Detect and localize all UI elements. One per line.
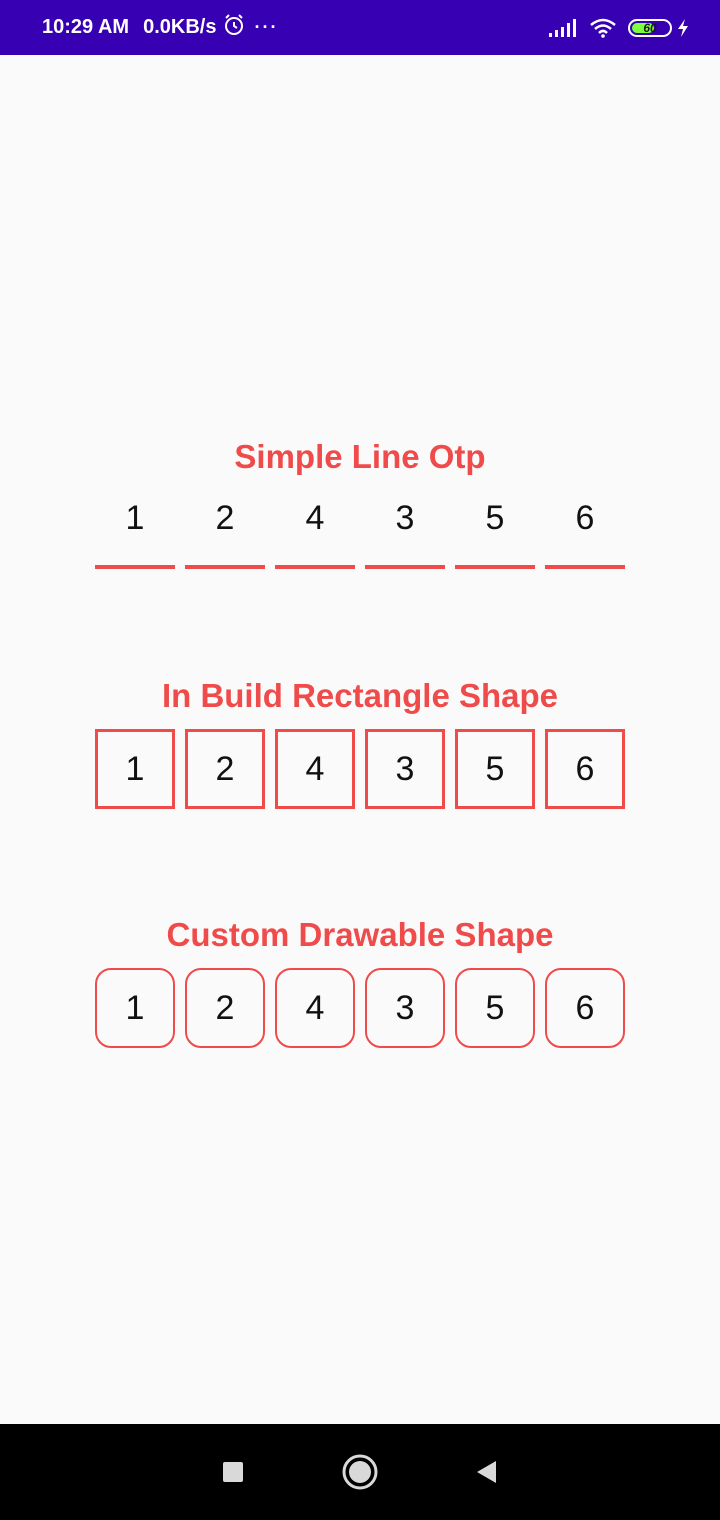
otp-digit-field[interactable]: 6: [545, 729, 625, 809]
rectangle-otp-title: In Build Rectangle Shape: [161, 677, 559, 714]
navigation-bar: [0, 1424, 720, 1520]
alarm-icon: [222, 13, 246, 43]
custom-otp-section: Custom Drawable Shape 1 2 4 3 5 6: [0, 915, 720, 1048]
otp-digit-field[interactable]: 4: [275, 968, 355, 1048]
otp-digit-field[interactable]: 3: [365, 968, 445, 1048]
otp-digit-field[interactable]: 5: [455, 729, 535, 809]
status-left: 10:29 AM 0.0KB/s ···: [42, 13, 278, 43]
wifi-icon: [590, 18, 616, 38]
home-button[interactable]: [335, 1447, 385, 1497]
back-button[interactable]: [462, 1447, 512, 1497]
custom-otp-title: Custom Drawable Shape: [166, 916, 554, 953]
recent-apps-button[interactable]: [208, 1447, 258, 1497]
otp-digit-field[interactable]: 4: [275, 729, 355, 809]
otp-digit-field[interactable]: 2: [185, 729, 265, 809]
simple-line-otp-row: 1 2 4 3 5 6: [0, 489, 720, 569]
home-icon: [342, 1454, 378, 1490]
custom-otp-row: 1 2 4 3 5 6: [0, 968, 720, 1048]
simple-line-otp-section: Simple Line Otp 1 2 4 3 5 6: [0, 437, 720, 569]
simple-line-otp-title: Simple Line Otp: [234, 438, 486, 475]
back-icon: [476, 1461, 496, 1483]
charging-icon: [676, 18, 690, 38]
otp-digit-field[interactable]: 1: [95, 729, 175, 809]
otp-digit-field[interactable]: 6: [545, 968, 625, 1048]
more-notifications: ···: [254, 17, 279, 37]
network-speed: 0.0KB/s: [143, 16, 217, 38]
battery-icon: 60: [628, 18, 672, 37]
signal-icon: [548, 18, 578, 38]
otp-digit-field[interactable]: 5: [455, 968, 535, 1048]
otp-digit-field[interactable]: 3: [365, 489, 445, 569]
recent-apps-icon: [223, 1462, 244, 1482]
rectangle-otp-section: In Build Rectangle Shape 1 2 4 3 5 6: [0, 676, 720, 809]
otp-digit-field[interactable]: 3: [365, 729, 445, 809]
otp-digit-field[interactable]: 2: [185, 489, 265, 569]
otp-digit-field[interactable]: 1: [95, 968, 175, 1048]
otp-digit-field[interactable]: 5: [455, 489, 535, 569]
status-time: 10:29 AM: [42, 16, 130, 38]
status-right: 60: [548, 18, 690, 38]
otp-digit-field[interactable]: 2: [185, 968, 265, 1048]
status-bar: 10:29 AM 0.0KB/s ··· 60: [0, 0, 720, 55]
battery-level: 60: [643, 20, 657, 35]
otp-digit-field[interactable]: 6: [545, 489, 625, 569]
otp-digit-field[interactable]: 4: [275, 489, 355, 569]
rectangle-otp-row: 1 2 4 3 5 6: [0, 729, 720, 809]
otp-digit-field[interactable]: 1: [95, 489, 175, 569]
